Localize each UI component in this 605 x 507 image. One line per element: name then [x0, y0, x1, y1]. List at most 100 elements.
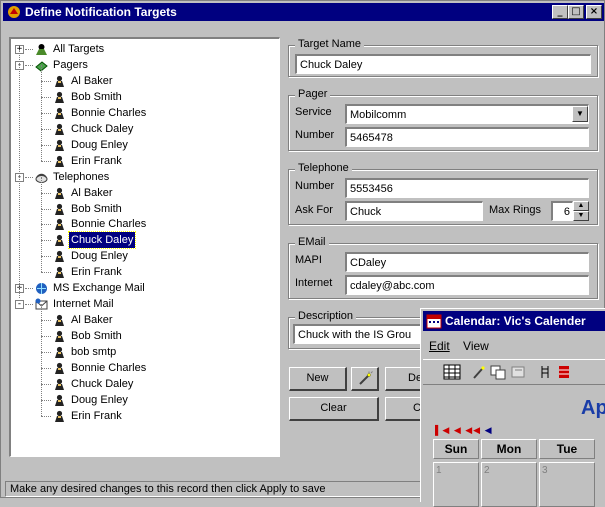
pager-group-label: Pager: [295, 88, 331, 100]
person-icon: [53, 266, 66, 279]
red-calendar-icon[interactable]: [555, 364, 573, 380]
ask-for-field[interactable]: Chuck: [345, 201, 483, 221]
tree-group-node[interactable]: + MS Exchange Mail: [11, 280, 276, 296]
tree-connector: [41, 176, 42, 193]
tree-connector: [41, 352, 42, 368]
prev-year-icon[interactable]: ◀◀: [465, 425, 481, 435]
tree-connector: [25, 288, 33, 290]
tree-node-label: Al Baker: [71, 74, 113, 87]
calendar-app-icon: [426, 314, 442, 329]
tree-connector: [41, 240, 42, 257]
tree-group-node[interactable]: - Internet Mail: [11, 296, 276, 312]
tree-connector: [41, 192, 42, 209]
tree-connector: [25, 176, 33, 178]
magic-wand-icon[interactable]: [471, 364, 489, 380]
tree-connector: [41, 224, 42, 241]
collapse-icon[interactable]: -: [15, 300, 24, 310]
maximize-button[interactable]: □: [568, 5, 584, 19]
menu-edit[interactable]: Edit: [429, 339, 450, 353]
grid-view-icon[interactable]: [443, 364, 461, 380]
tree-person-node[interactable]: Bonnie Charles: [11, 96, 276, 121]
tree-connector: [41, 256, 51, 258]
day-cell-3[interactable]: 3: [539, 462, 595, 507]
tree-group-node[interactable]: - Pagers: [11, 57, 276, 73]
tree-person-node[interactable]: Bob Smith: [11, 192, 276, 217]
tree-person-node[interactable]: Chuck Daley: [11, 367, 276, 392]
tree-connector: [25, 304, 33, 306]
tree-person-node[interactable]: Erin Frank: [11, 144, 276, 169]
tree-person-node[interactable]: Chuck Daley: [11, 112, 276, 137]
tree-person-node[interactable]: Al Baker: [11, 176, 276, 201]
tree-person-node[interactable]: Bob Smith: [11, 320, 276, 344]
tree-person-node[interactable]: Bonnie Charles: [11, 352, 276, 376]
tree-connector: [41, 224, 51, 226]
day-cell-1[interactable]: 1: [433, 462, 479, 507]
tree-connector: [41, 399, 42, 416]
target-name-field[interactable]: Chuck Daley: [295, 54, 591, 74]
telephone-number-field[interactable]: 5553456: [345, 178, 589, 198]
tree-person-node[interactable]: Bob Smith: [11, 80, 276, 105]
person-icon: [53, 155, 66, 168]
month-navigation[interactable]: ▌◀ ◀ ◀◀ ◀: [435, 425, 493, 436]
tree-connector: [41, 320, 51, 322]
service-value: Mobilcomm: [350, 109, 407, 121]
day-cell-2[interactable]: 2: [481, 462, 537, 507]
title-bar[interactable]: Define Notification Targets _ □ ×: [3, 3, 604, 21]
service-dropdown-button[interactable]: ▼: [572, 106, 588, 122]
calendar-title-bar[interactable]: Calendar: Vic's Calender: [423, 311, 605, 331]
first-month-icon[interactable]: ▌◀: [435, 425, 450, 435]
tree-connector: [41, 112, 42, 129]
tree-node-label: Internet Mail: [53, 298, 114, 311]
clear-button[interactable]: Clear: [289, 397, 379, 421]
close-button[interactable]: ×: [586, 5, 602, 19]
tree-connector: [41, 144, 42, 161]
tree-node-label: Telephones: [53, 170, 110, 183]
tree-person-node[interactable]: Doug Enley: [11, 128, 276, 153]
tree-person-node[interactable]: Al Baker: [11, 304, 276, 328]
tree-person-node[interactable]: Chuck Daley: [11, 224, 276, 250]
pager-number-field[interactable]: 5465478: [345, 127, 589, 147]
max-rings-spinner[interactable]: ▲ ▼: [573, 201, 589, 221]
new-button[interactable]: New: [289, 367, 347, 391]
minimize-button[interactable]: _: [552, 5, 568, 19]
service-select[interactable]: Mobilcomm ▼: [345, 104, 589, 124]
mapi-field[interactable]: CDaley: [345, 252, 589, 272]
tree-person-node[interactable]: bob smtp: [11, 336, 276, 360]
tree-person-node[interactable]: Doug Enley: [11, 240, 276, 264]
tree-person-node[interactable]: Bonnie Charles: [11, 208, 276, 232]
prev-month-icon[interactable]: ◀: [454, 425, 462, 435]
prev-week-icon[interactable]: ◀: [485, 425, 493, 435]
tree-connector: [41, 240, 51, 242]
tree-person-node[interactable]: Al Baker: [11, 64, 276, 89]
tree-node-label: Bonnie Charles: [71, 106, 147, 119]
person-icon: [53, 187, 66, 200]
app-icon: [8, 6, 20, 18]
service-label: Service: [295, 106, 332, 118]
internet-field[interactable]: cdaley@abc.com: [345, 275, 589, 295]
tree-group-node[interactable]: + All Targets: [11, 41, 276, 57]
month-label: Apr: [581, 397, 605, 419]
spin-up-icon[interactable]: ▲: [573, 201, 589, 211]
spin-down-icon[interactable]: ▼: [573, 211, 589, 221]
tree-connector: [41, 96, 42, 113]
window-title: Define Notification Targets: [25, 5, 177, 19]
tree-person-node[interactable]: Doug Enley: [11, 383, 276, 408]
tree-person-node[interactable]: Erin Frank: [11, 256, 276, 280]
max-rings-field[interactable]: 6: [551, 201, 573, 221]
properties-icon[interactable]: [509, 364, 527, 380]
targets-tree[interactable]: + All Targets - Pagers Al Baker Bob Smith Bonn…: [9, 37, 280, 457]
magic-wand-icon: [358, 371, 373, 385]
tree-person-node[interactable]: Erin Frank: [11, 399, 276, 424]
tree-group-node[interactable]: - Telephones: [11, 169, 276, 185]
person-icon: [53, 75, 66, 88]
wizard-button[interactable]: [351, 367, 379, 391]
tree-node-label: bob smtp: [71, 346, 117, 359]
calendar-window[interactable]: Calendar: Vic's Calender Edit View Apr ▌…: [420, 308, 605, 507]
menu-view[interactable]: View: [463, 339, 489, 353]
status-bar: Make any desired changes to this record …: [5, 481, 425, 497]
telephone-group: Telephone Number 5553456 Ask For Chuck M…: [288, 162, 598, 225]
day-header-tue: Tue: [539, 439, 595, 459]
list-view-icon[interactable]: [537, 364, 555, 380]
ask-for-label: Ask For: [295, 204, 333, 216]
copy-icon[interactable]: [489, 364, 507, 380]
